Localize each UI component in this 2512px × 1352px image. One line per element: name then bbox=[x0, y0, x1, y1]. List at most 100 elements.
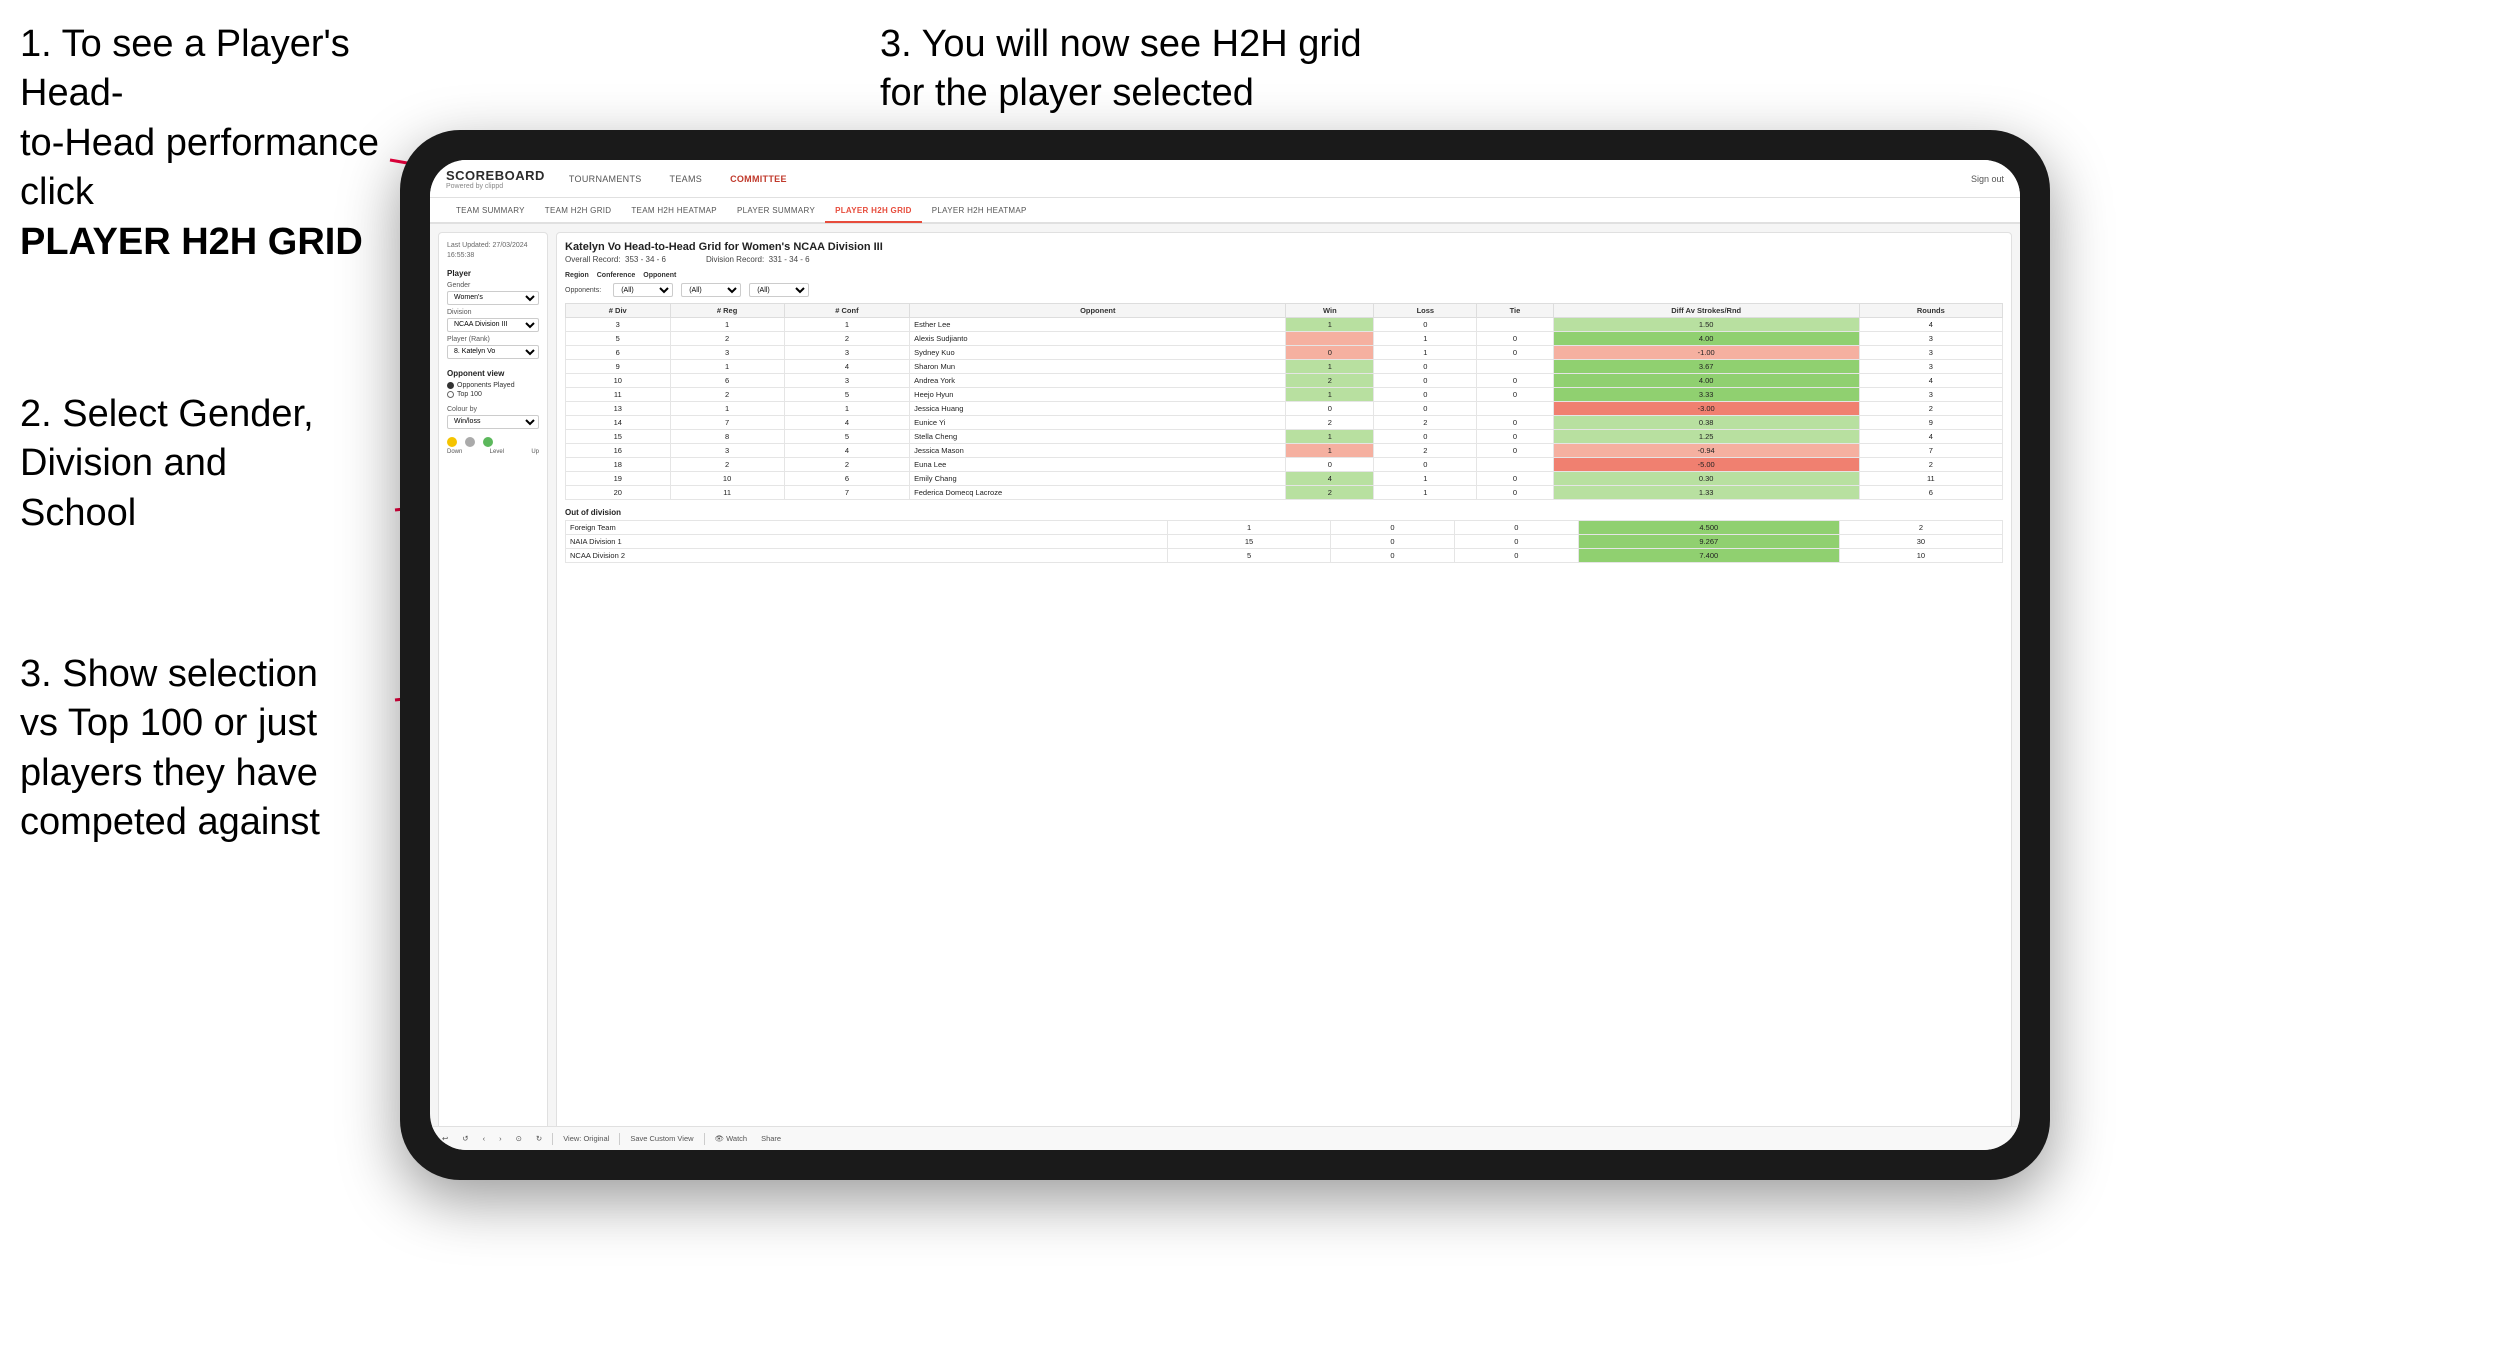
cell-out-loss: 0 bbox=[1331, 549, 1455, 563]
cell-out-tie: 0 bbox=[1454, 521, 1578, 535]
left-panel: Last Updated: 27/03/2024 16:55:38 Player… bbox=[438, 232, 548, 1142]
save-custom-view-btn[interactable]: Save Custom View bbox=[626, 1133, 697, 1144]
cell-div: 19 bbox=[566, 472, 671, 486]
cell-loss: 1 bbox=[1374, 472, 1477, 486]
cell-tie: 0 bbox=[1477, 332, 1553, 346]
nav-teams[interactable]: TEAMS bbox=[666, 172, 707, 186]
cell-reg: 2 bbox=[670, 458, 784, 472]
out-table-row: NAIA Division 1 15 0 0 9.267 30 bbox=[566, 535, 2003, 549]
cell-reg: 8 bbox=[670, 430, 784, 444]
cell-out-tie: 0 bbox=[1454, 549, 1578, 563]
cell-diff: -5.00 bbox=[1553, 458, 1859, 472]
table-row: 19 10 6 Emily Chang 4 1 0 0.30 11 bbox=[566, 472, 2003, 486]
out-table-row: NCAA Division 2 5 0 0 7.400 10 bbox=[566, 549, 2003, 563]
gender-select[interactable]: Women's Men's bbox=[447, 291, 539, 305]
nav-tournaments[interactable]: TOURNAMENTS bbox=[565, 172, 646, 186]
conference-filter-select[interactable]: (All) bbox=[681, 283, 741, 297]
table-row: 13 1 1 Jessica Huang 0 0 -3.00 2 bbox=[566, 402, 2003, 416]
cell-rounds: 11 bbox=[1859, 472, 2002, 486]
back-btn[interactable]: ‹ bbox=[479, 1133, 490, 1144]
table-row: 10 6 3 Andrea York 2 0 0 4.00 4 bbox=[566, 374, 2003, 388]
home-btn[interactable]: ⊙ bbox=[512, 1133, 526, 1144]
sub-nav-player-h2h-grid[interactable]: PLAYER H2H GRID bbox=[825, 199, 922, 223]
colour-dots bbox=[447, 437, 539, 447]
cell-win: 1 bbox=[1286, 360, 1374, 374]
undo-btn[interactable]: ↩ bbox=[438, 1133, 452, 1144]
filter-selects-row: Opponents: (All) (All) (All) bbox=[565, 283, 2003, 297]
cell-div: 10 bbox=[566, 374, 671, 388]
sign-out[interactable]: Sign out bbox=[1971, 174, 2004, 184]
cell-conf: 1 bbox=[784, 318, 909, 332]
watch-btn[interactable]: 👁 Watch bbox=[711, 1133, 752, 1144]
sub-nav-player-summary[interactable]: PLAYER SUMMARY bbox=[727, 199, 825, 223]
col-opponent: Opponent bbox=[910, 304, 1286, 318]
dot-up bbox=[483, 437, 493, 447]
view-original-btn[interactable]: View: Original bbox=[559, 1133, 613, 1144]
radio-opponents-played[interactable]: Opponents Played bbox=[447, 382, 539, 389]
cell-out-win: 15 bbox=[1168, 535, 1331, 549]
nav-committee[interactable]: COMMITTEE bbox=[726, 172, 791, 186]
cell-loss: 0 bbox=[1374, 388, 1477, 402]
right-panel: Katelyn Vo Head-to-Head Grid for Women's… bbox=[556, 232, 2012, 1142]
player-section-title: Player bbox=[447, 269, 539, 278]
sub-nav-team-summary[interactable]: TEAM SUMMARY bbox=[446, 199, 535, 223]
cell-loss: 0 bbox=[1374, 458, 1477, 472]
toolbar-divider-2 bbox=[619, 1133, 620, 1145]
cell-win: 0 bbox=[1286, 402, 1374, 416]
sub-nav-team-h2h-heatmap[interactable]: TEAM H2H HEATMAP bbox=[621, 199, 727, 223]
redo-btn[interactable]: ↺ bbox=[458, 1133, 472, 1144]
cell-reg: 1 bbox=[670, 360, 784, 374]
cell-loss: 0 bbox=[1374, 430, 1477, 444]
refresh-btn[interactable]: ↻ bbox=[532, 1133, 546, 1144]
sub-nav-player-h2h-heatmap[interactable]: PLAYER H2H HEATMAP bbox=[922, 199, 1037, 223]
filter-row: Region Conference Opponent bbox=[565, 272, 2003, 279]
cell-reg: 2 bbox=[670, 332, 784, 346]
cell-diff: 4.00 bbox=[1553, 332, 1859, 346]
opponent-view-title: Opponent view bbox=[447, 369, 539, 378]
cell-out-opponent: NCAA Division 2 bbox=[566, 549, 1168, 563]
cell-diff: -1.00 bbox=[1553, 346, 1859, 360]
out-of-division-table: Foreign Team 1 0 0 4.500 2 NAIA Division… bbox=[565, 520, 2003, 563]
cell-opponent: Andrea York bbox=[910, 374, 1286, 388]
col-loss: Loss bbox=[1374, 304, 1477, 318]
cell-opponent: Jessica Huang bbox=[910, 402, 1286, 416]
logo-text: SCOREBOARD bbox=[446, 168, 545, 183]
forward-btn[interactable]: › bbox=[495, 1133, 506, 1144]
main-content: Last Updated: 27/03/2024 16:55:38 Player… bbox=[430, 224, 2020, 1150]
player-rank-select[interactable]: 8. Katelyn Vo bbox=[447, 345, 539, 359]
cell-diff: 3.33 bbox=[1553, 388, 1859, 402]
gender-label: Gender bbox=[447, 282, 539, 289]
cell-tie bbox=[1477, 458, 1553, 472]
instruction-step2: 2. Select Gender, Division and School bbox=[20, 390, 314, 538]
cell-conf: 5 bbox=[784, 430, 909, 444]
sub-nav-team-h2h-grid[interactable]: TEAM H2H GRID bbox=[535, 199, 622, 223]
share-btn[interactable]: Share bbox=[757, 1133, 785, 1144]
cell-rounds: 4 bbox=[1859, 374, 2002, 388]
opponent-filter-select[interactable]: (All) bbox=[749, 283, 809, 297]
cell-conf: 4 bbox=[784, 360, 909, 374]
cell-div: 11 bbox=[566, 388, 671, 402]
table-row: 18 2 2 Euna Lee 0 0 -5.00 2 bbox=[566, 458, 2003, 472]
grid-title: Katelyn Vo Head-to-Head Grid for Women's… bbox=[565, 241, 2003, 253]
cell-win: 2 bbox=[1286, 416, 1374, 430]
instruction-step1: 1. To see a Player's Head- to-Head perfo… bbox=[20, 20, 400, 267]
cell-diff: 0.38 bbox=[1553, 416, 1859, 430]
logo-area: SCOREBOARD Powered by clippd bbox=[446, 168, 545, 190]
cell-reg: 6 bbox=[670, 374, 784, 388]
col-conf: # Conf bbox=[784, 304, 909, 318]
colour-by-select[interactable]: Win/loss bbox=[447, 415, 539, 429]
cell-tie bbox=[1477, 318, 1553, 332]
cell-opponent: Esther Lee bbox=[910, 318, 1286, 332]
opponents-filter-select[interactable]: (All) bbox=[613, 283, 673, 297]
cell-rounds: 3 bbox=[1859, 346, 2002, 360]
cell-win: 1 bbox=[1286, 430, 1374, 444]
radio-top100[interactable]: Top 100 bbox=[447, 391, 539, 398]
cell-out-rounds: 10 bbox=[1839, 549, 2002, 563]
cell-diff: 4.00 bbox=[1553, 374, 1859, 388]
division-select[interactable]: NCAA Division III bbox=[447, 318, 539, 332]
cell-div: 13 bbox=[566, 402, 671, 416]
cell-rounds: 3 bbox=[1859, 360, 2002, 374]
table-row: 14 7 4 Eunice Yi 2 2 0 0.38 9 bbox=[566, 416, 2003, 430]
col-div: # Div bbox=[566, 304, 671, 318]
tablet-frame: SCOREBOARD Powered by clippd TOURNAMENTS… bbox=[400, 130, 2050, 1180]
